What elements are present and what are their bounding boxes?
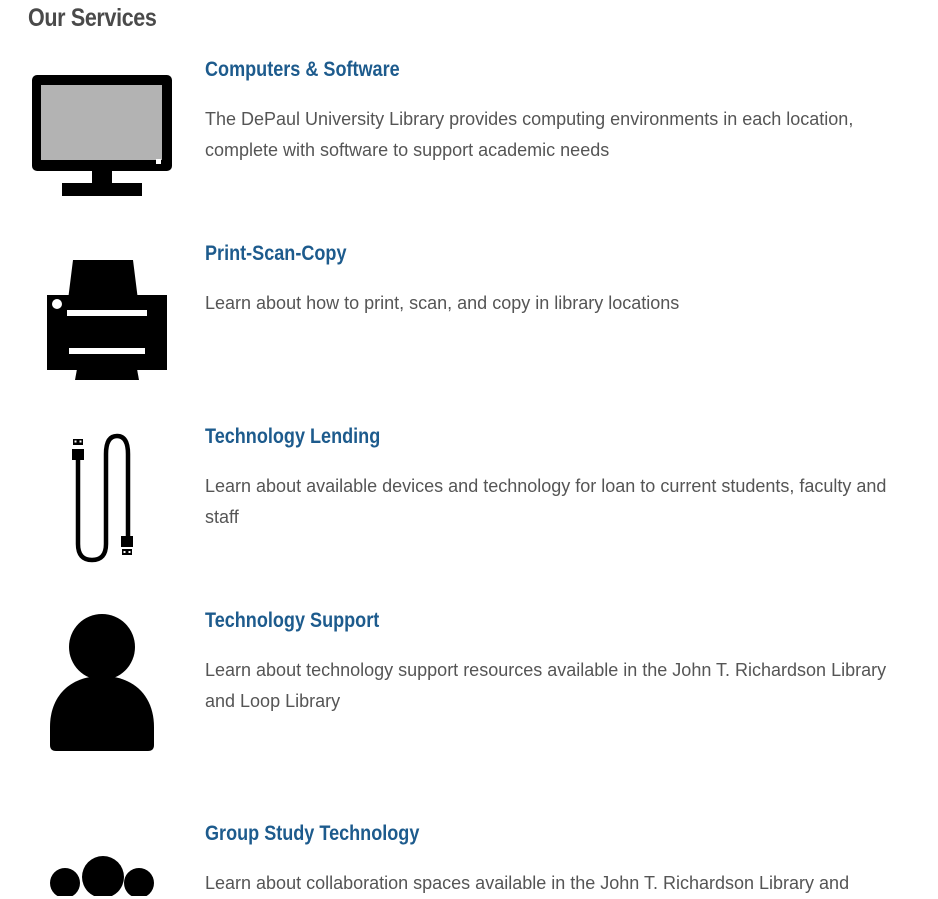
service-description: Learn about how to print, scan, and copy… [205,293,680,313]
computer-monitor-icon [32,75,172,196]
service-title-link[interactable]: Group Study Technology [205,822,419,846]
service-description: Learn about collaboration spaces availab… [205,873,850,893]
service-title-link[interactable]: Technology Support [205,609,379,633]
service-title-link[interactable]: Technology Lending [205,425,380,449]
service-title-link[interactable]: Computers & Software [205,58,400,82]
group-icon [50,856,154,896]
service-description: The DePaul University Library provides c… [205,109,854,160]
service-description: Learn about technology support resources… [205,660,887,711]
person-icon [50,614,154,751]
page-title: Our Services [28,4,157,32]
printer-icon [47,260,167,380]
service-title-link[interactable]: Print-Scan-Copy [205,242,346,266]
service-description: Learn about available devices and techno… [205,476,887,527]
usb-cable-icon [72,433,133,563]
